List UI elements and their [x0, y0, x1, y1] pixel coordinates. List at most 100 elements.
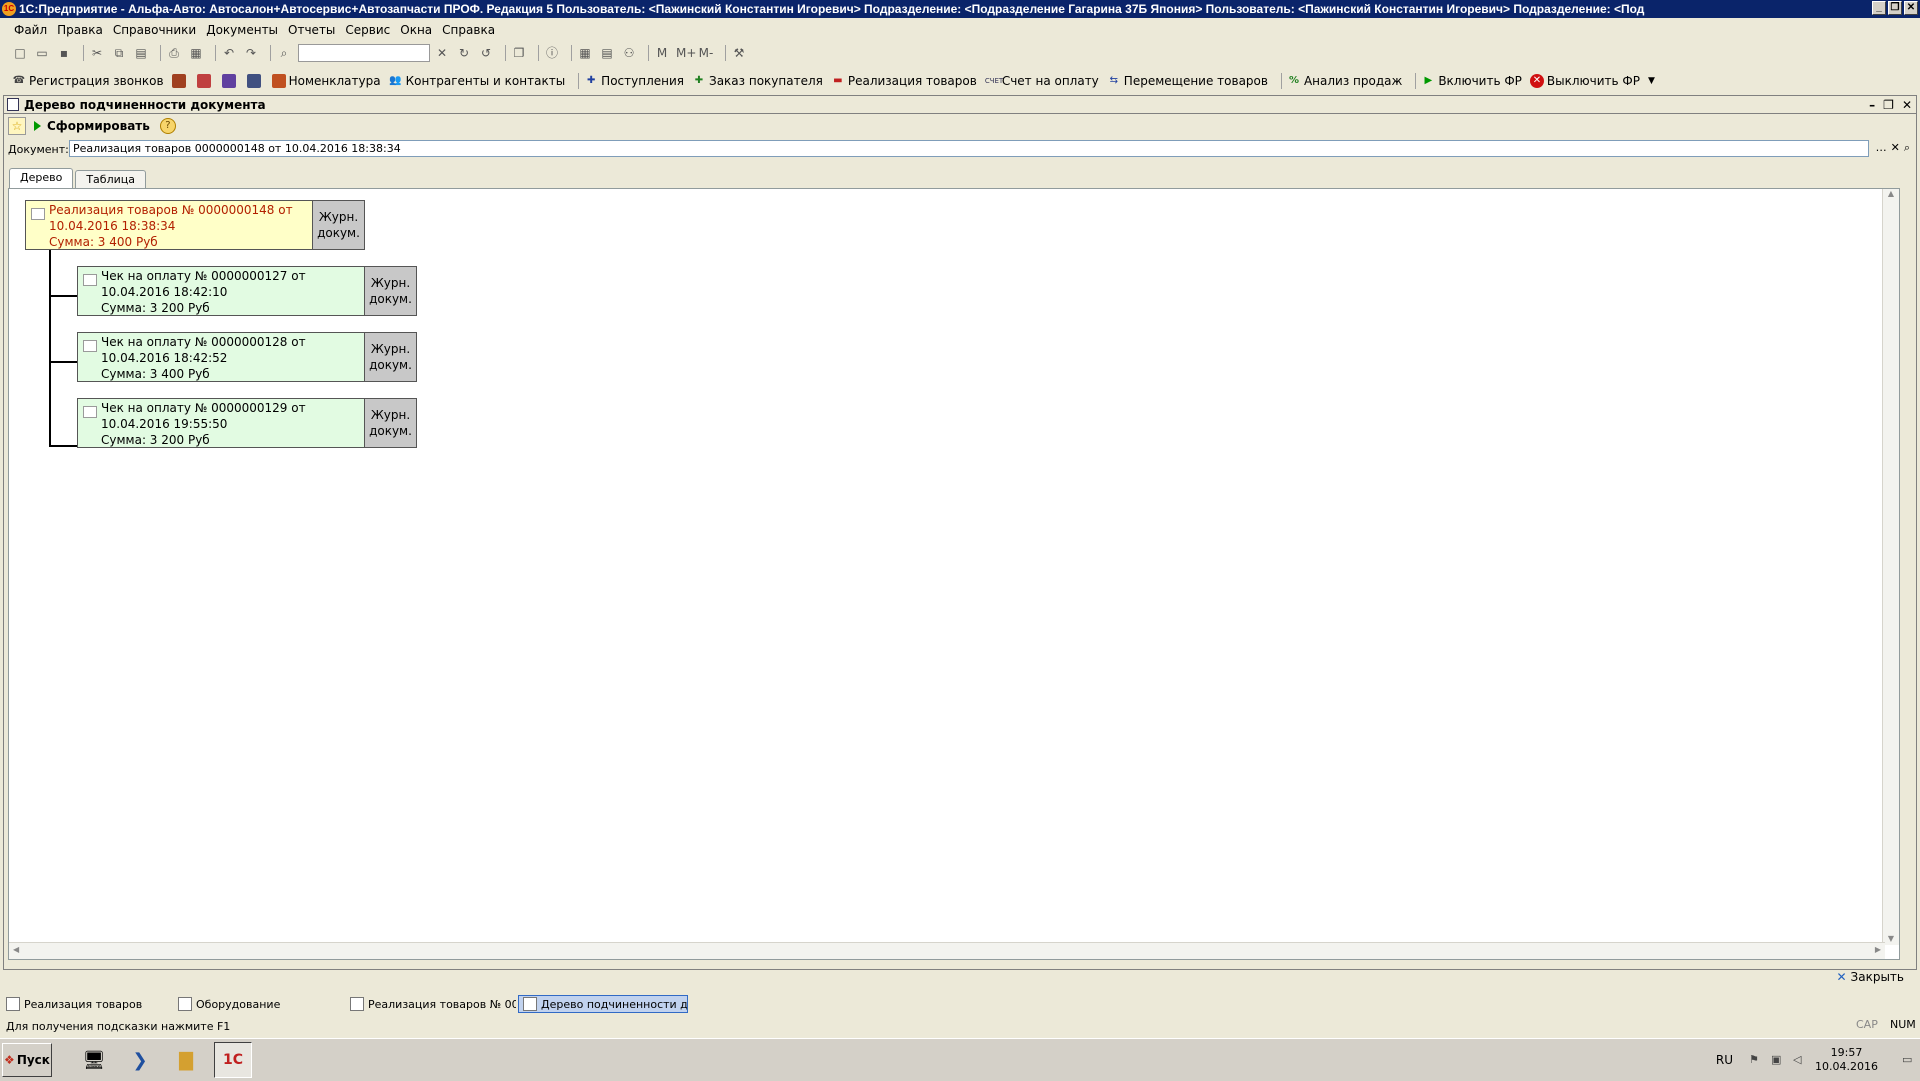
toolbar-transfer-button[interactable]: ⇆ Перемещение товаров [1107, 74, 1268, 88]
print-icon[interactable]: ⎙ [166, 45, 182, 61]
menu-windows[interactable]: Окна [400, 23, 432, 37]
app-1c-icon[interactable]: 1С [214, 1042, 252, 1078]
root-document-node[interactable]: Реализация товаров № 0000000148 от 10.04… [25, 200, 365, 250]
menu-service[interactable]: Сервис [345, 23, 390, 37]
calculator-icon[interactable]: ▦ [577, 45, 593, 61]
child-document-node[interactable]: Чек на оплату № 0000000129 от 10.04.2016… [77, 398, 417, 448]
toolbar-catalog-button[interactable]: Номенклатура [271, 74, 381, 88]
undo-icon[interactable]: ↶ [221, 45, 237, 61]
menu-reports[interactable]: Отчеты [288, 23, 335, 37]
search-icon[interactable]: ⌕ [276, 45, 292, 61]
window-tab-active[interactable]: Дерево подчиненности док... [518, 995, 688, 1013]
memory-plus-icon[interactable]: M+ [676, 45, 696, 61]
generate-button[interactable]: Сформировать [34, 119, 150, 133]
redo-icon[interactable]: ↷ [243, 45, 259, 61]
toolbar-calls-button[interactable]: ☎ Регистрация звонков [12, 74, 164, 88]
menu-catalogs[interactable]: Справочники [113, 23, 196, 37]
close-button[interactable]: ✕ [1904, 1, 1918, 15]
explorer-folder-icon[interactable]: ▇ [168, 1043, 204, 1077]
memory-icon[interactable]: M [654, 45, 670, 61]
clear-field-icon[interactable]: ✕ [1891, 141, 1900, 155]
restore-button[interactable]: ❐ [1888, 1, 1902, 15]
calendar-icon[interactable]: ▤ [599, 45, 615, 61]
document-field[interactable]: Реализация товаров 0000000148 от 10.04.2… [69, 140, 1869, 157]
open-search-icon[interactable]: ⌕ [1904, 141, 1910, 155]
document-checkbox-icon [83, 274, 97, 286]
find-prev-icon[interactable]: ↺ [478, 45, 494, 61]
clear-search-icon[interactable]: ✕ [434, 45, 450, 61]
sale-doc-icon [6, 997, 20, 1011]
menu-file[interactable]: Файл [14, 23, 47, 37]
users-icon[interactable]: ⚇ [621, 45, 637, 61]
toolbar-shortcut-3[interactable] [221, 74, 239, 88]
preview-icon[interactable]: ▦ [188, 45, 204, 61]
toolbar-invoice-button[interactable]: СЧЕТ Счет на оплату [985, 74, 1099, 88]
powershell-icon[interactable]: ❯ [122, 1043, 158, 1077]
window-tab[interactable]: Реализация товаров [2, 995, 172, 1013]
close-form-button[interactable]: ✕ Закрыть [1836, 970, 1904, 984]
tab-table[interactable]: Таблица [75, 170, 146, 188]
scroll-down-icon[interactable]: ▼ [1883, 934, 1899, 943]
clock[interactable]: 19:57 10.04.2016 [1815, 1046, 1878, 1074]
flag-icon[interactable]: ⚑ [1749, 1053, 1763, 1067]
info-icon[interactable]: ⓘ [544, 45, 560, 61]
toolbar-order-button[interactable]: ✚ Заказ покупателя [692, 74, 823, 88]
child-close-icon[interactable]: ✕ [1902, 98, 1912, 112]
journal-button[interactable]: Журн. докум. [364, 267, 416, 315]
toolbar-shortcut-1[interactable] [171, 74, 189, 88]
paste-icon[interactable]: ▤ [133, 45, 149, 61]
document-tree-window: Дерево подчиненности документа – ❐ ✕ ☆ С… [3, 95, 1917, 984]
toolbar-fr-off-button[interactable]: ✕ Выключить ФР [1529, 74, 1640, 88]
network-icon[interactable]: ▣ [1771, 1053, 1785, 1067]
language-indicator[interactable]: RU [1716, 1053, 1733, 1067]
copy-icon[interactable]: ⧉ [111, 45, 127, 61]
menu-documents[interactable]: Документы [206, 23, 278, 37]
child-restore-icon[interactable]: ❐ [1883, 98, 1894, 112]
minimize-button[interactable]: _ [1872, 1, 1886, 15]
tree-branch-line [49, 361, 77, 363]
equipment-icon [178, 997, 192, 1011]
child-minimize-icon[interactable]: – [1869, 98, 1875, 112]
toolbar-shortcut-2[interactable] [196, 74, 214, 88]
window-tab[interactable]: Реализация товаров № 000... [346, 995, 516, 1013]
favorite-star-icon[interactable]: ☆ [8, 117, 26, 135]
cut-icon[interactable]: ✂ [89, 45, 105, 61]
open-icon[interactable]: ▭ [34, 45, 50, 61]
volume-muted-icon[interactable]: ◁ [1793, 1053, 1807, 1067]
search-combo[interactable] [298, 44, 430, 62]
save-icon[interactable]: ▪ [56, 45, 72, 61]
window-tab[interactable]: Оборудование [174, 995, 344, 1013]
toolbar-fr-on-button[interactable]: ▶ Включить ФР [1421, 74, 1521, 88]
tree-trunk-line [49, 250, 51, 446]
building-icon [171, 74, 186, 88]
toolbar-shortcut-4[interactable] [246, 74, 264, 88]
memory-minus-icon[interactable]: M- [698, 45, 714, 61]
help-icon[interactable]: ? [159, 118, 176, 134]
menu-help[interactable]: Справка [442, 23, 495, 37]
toolbar-sales-analysis-button[interactable]: % Анализ продаж [1287, 74, 1402, 88]
toolbar-receipts-button[interactable]: ✚ Поступления [584, 74, 684, 88]
vertical-scrollbar[interactable]: ▲ ▼ [1882, 189, 1899, 945]
server-manager-icon[interactable]: 🖥 [76, 1043, 112, 1077]
tools-icon[interactable]: ⚒ [731, 45, 747, 61]
scroll-right-icon[interactable]: ▶ [1875, 945, 1881, 954]
scroll-up-icon[interactable]: ▲ [1883, 189, 1899, 198]
child-document-node[interactable]: Чек на оплату № 0000000128 от 10.04.2016… [77, 332, 417, 382]
child-document-node[interactable]: Чек на оплату № 0000000127 от 10.04.2016… [77, 266, 417, 316]
toolbar-overflow-icon[interactable]: ▼ [1648, 76, 1655, 86]
journal-button[interactable]: Журн. докум. [364, 333, 416, 381]
tab-tree[interactable]: Дерево [9, 168, 74, 188]
journal-button[interactable]: Журн. докум. [364, 399, 416, 447]
find-next-icon[interactable]: ↻ [456, 45, 472, 61]
start-button[interactable]: ❖ Пуск [2, 1043, 52, 1077]
new-icon[interactable]: □ [12, 45, 28, 61]
select-ellipsis-icon[interactable]: … [1876, 141, 1887, 155]
scroll-left-icon[interactable]: ◀ [13, 945, 19, 954]
show-desktop-icon[interactable]: ▭ [1902, 1053, 1916, 1067]
journal-button[interactable]: Журн. докум. [312, 201, 364, 249]
toolbar-sale-button[interactable]: ▬ Реализация товаров [831, 74, 977, 88]
windows-icon[interactable]: ❐ [511, 45, 527, 61]
horizontal-scrollbar[interactable]: ◀ ▶ [9, 942, 1885, 959]
menu-edit[interactable]: Правка [57, 23, 103, 37]
toolbar-contacts-button[interactable]: 👥 Контрагенты и контакты [389, 74, 565, 88]
